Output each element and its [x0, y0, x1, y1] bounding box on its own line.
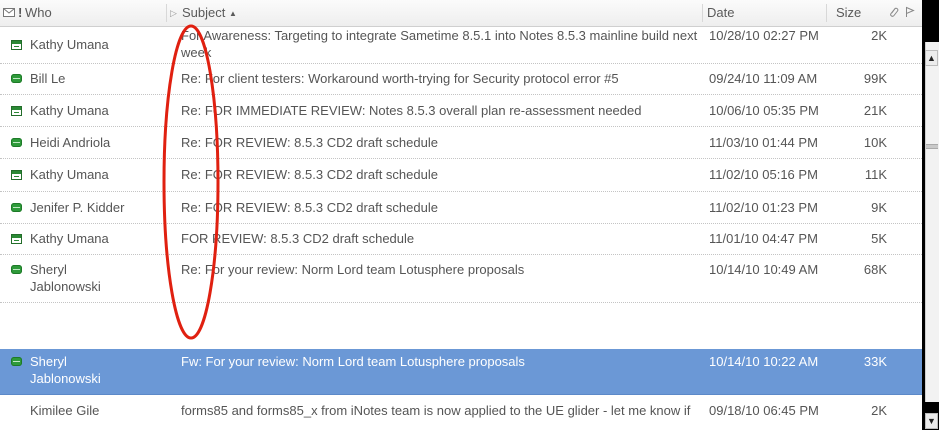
sender-first-name: Sheryl [30, 354, 67, 369]
message-row[interactable]: Jenifer P. Kidder Re: FOR REVIEW: 8.5.3 … [0, 191, 922, 224]
subject-cell: Re: For client testers: Workaround worth… [181, 71, 619, 86]
message-row[interactable]: Kathy Umana Re: FOR IMMEDIATE REVIEW: No… [0, 94, 922, 127]
message-row[interactable]: Heidi Andriola Re: FOR REVIEW: 8.5.3 CD2… [0, 126, 922, 159]
subject-cell: Re: FOR REVIEW: 8.5.3 CD2 draft schedule [181, 200, 438, 215]
green-mail-icon [11, 138, 22, 147]
date-cell: 11/02/10 01:23 PM [709, 200, 818, 215]
subject-cell: Re: FOR REVIEW: 8.5.3 CD2 draft schedule [181, 135, 438, 150]
subject-cell: Re: FOR REVIEW: 8.5.3 CD2 draft schedule [181, 167, 438, 182]
green-mail-icon [11, 74, 22, 83]
scrollbar-thumb[interactable] [926, 144, 938, 149]
calendar-icon [11, 106, 22, 116]
subject-cell: Re: For your review: Norm Lord team Lotu… [181, 262, 525, 277]
size-cell: 2K [871, 403, 887, 418]
column-divider[interactable] [826, 4, 827, 22]
subject-cell: For Awareness: Targeting to integrate Sa… [181, 27, 701, 61]
green-mail-icon [11, 357, 22, 366]
date-cell: 11/03/10 01:44 PM [709, 135, 818, 150]
scrollbar-track[interactable] [925, 42, 939, 402]
subject-text: For Awareness: Targeting to integrate Sa… [181, 28, 698, 43]
date-cell: 09/18/10 06:45 PM [709, 403, 819, 418]
calendar-icon [11, 40, 22, 50]
scroll-up-button[interactable]: ▲ [925, 50, 938, 66]
date-cell: 10/06/10 05:35 PM [709, 103, 819, 118]
sender-name: Kathy Umana [30, 103, 109, 118]
date-cell: 10/14/10 10:22 AM [709, 354, 819, 369]
subject-cell: FOR REVIEW: 8.5.3 CD2 draft schedule [181, 231, 415, 246]
date-column-header[interactable]: Date [707, 0, 734, 26]
message-row[interactable]: Bill Le Re: For client testers: Workarou… [0, 63, 922, 95]
subject-column-header[interactable]: Subject ▲ [182, 0, 237, 26]
who-column-header[interactable]: Who [25, 0, 52, 26]
calendar-icon [11, 170, 22, 180]
date-cell: 11/01/10 04:47 PM [709, 231, 818, 246]
sender-name: Sheryl Jablonowski [30, 261, 175, 295]
envelope-icon[interactable] [3, 0, 15, 26]
column-header-bar: ! Who ▷ Subject ▲ Date Size [0, 0, 922, 27]
size-cell: 5K [871, 231, 887, 246]
sender-name: Kathy Umana [30, 231, 109, 246]
size-cell: 10K [863, 135, 887, 150]
date-cell: 09/24/10 11:09 AM [709, 71, 818, 86]
green-mail-icon [11, 203, 22, 212]
size-cell: 33K [863, 354, 887, 369]
size-cell: 2K [871, 28, 887, 43]
sender-last-name: Jablonowski [30, 371, 101, 386]
size-cell: 21K [863, 103, 887, 118]
mail-view-frame: ! Who ▷ Subject ▲ Date Size Kathy Umana … [0, 0, 939, 430]
size-cell: 68K [863, 262, 887, 277]
sender-last-name: Jablonowski [30, 279, 101, 294]
subject-cell: Fw: For your review: Norm Lord team Lotu… [181, 354, 525, 369]
message-row[interactable]: Kathy Umana For Awareness: Targeting to … [0, 27, 922, 64]
message-row-selected[interactable]: Sheryl Jablonowski Fw: For your review: … [0, 349, 922, 395]
date-cell: 10/14/10 10:49 AM [709, 262, 819, 277]
size-column-header[interactable]: Size [836, 0, 861, 26]
column-divider[interactable] [166, 4, 167, 22]
date-cell: 10/28/10 02:27 PM [709, 28, 819, 43]
sender-name: Kimilee Gile [30, 403, 100, 418]
subject-cell: forms85 and forms85_x from iNotes team i… [181, 403, 691, 418]
flag-icon[interactable] [905, 0, 915, 26]
green-mail-icon [11, 265, 22, 274]
scroll-down-button[interactable]: ▼ [925, 413, 938, 429]
message-row[interactable]: Kimilee Gile forms85 and forms85_x from … [0, 395, 922, 430]
size-cell: 9K [871, 200, 887, 215]
message-row[interactable]: Kathy Umana FOR REVIEW: 8.5.3 CD2 draft … [0, 223, 922, 255]
calendar-icon [11, 234, 22, 244]
subject-header-label: Subject [182, 5, 226, 20]
exclamation-icon[interactable]: ! [18, 0, 22, 26]
sender-name: Kathy Umana [30, 37, 109, 52]
size-cell: 99K [863, 71, 887, 86]
size-cell: 11K [864, 167, 887, 182]
triangle-right-icon[interactable]: ▷ [170, 0, 177, 26]
inbox-list-panel: ! Who ▷ Subject ▲ Date Size Kathy Umana … [0, 0, 922, 430]
message-row[interactable]: Kathy Umana Re: FOR REVIEW: 8.5.3 CD2 dr… [0, 158, 922, 192]
date-cell: 11/02/10 05:16 PM [709, 167, 818, 182]
message-row[interactable]: Sheryl Jablonowski Re: For your review: … [0, 254, 922, 303]
sender-name: Heidi Andriola [30, 135, 111, 150]
subject-cell: Re: FOR IMMEDIATE REVIEW: Notes 8.5.3 ov… [181, 103, 642, 118]
sender-name: Jenifer P. Kidder [30, 200, 125, 215]
sort-ascending-icon: ▲ [229, 9, 237, 18]
sender-first-name: Sheryl [30, 262, 67, 277]
sender-name: Kathy Umana [30, 167, 109, 182]
sender-name: Sheryl Jablonowski [30, 353, 175, 387]
sender-name: Bill Le [30, 71, 66, 86]
column-divider[interactable] [702, 4, 703, 22]
paperclip-icon[interactable] [888, 0, 899, 26]
subject-text-continuation: week [181, 45, 212, 60]
